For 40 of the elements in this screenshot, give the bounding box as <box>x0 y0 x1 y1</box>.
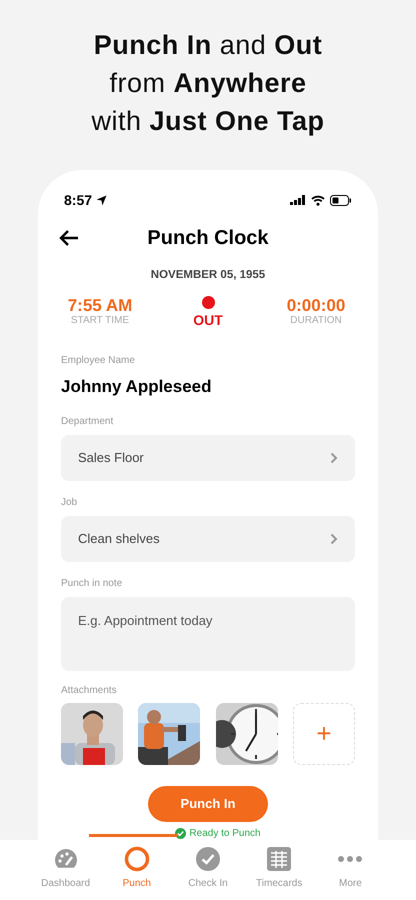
tab[interactable]: Timecards <box>244 840 315 900</box>
headline-text: with Just One Tap <box>91 105 325 138</box>
chevron-icon <box>330 452 338 464</box>
note-field[interactable]: E.g. Appointment today <box>61 596 355 671</box>
field-label: Employee Name <box>61 354 136 368</box>
stat-label: START TIME <box>70 315 130 328</box>
screen-title: Punch Clock <box>147 226 269 251</box>
select-field[interactable]: Sales Floor <box>61 434 355 481</box>
chevron-icon <box>330 532 338 545</box>
battery-icon <box>330 194 352 206</box>
ready-status: Ready to Punch <box>189 828 261 840</box>
wifi-icon <box>311 194 325 206</box>
stat-value: 0:00:00 <box>286 296 346 316</box>
status-text: OUT <box>193 311 223 330</box>
field-label: Punch in note <box>61 576 124 591</box>
stat-value: 7:55 AM <box>68 296 132 316</box>
tab[interactable]: Check In <box>172 840 244 900</box>
add-attachment-button[interactable]: + <box>292 702 355 765</box>
grid-icon <box>266 846 292 872</box>
field-label: Job <box>61 496 78 510</box>
field-label: Department <box>61 414 114 429</box>
tab[interactable]: Dashboard <box>30 840 102 900</box>
tab[interactable]: More <box>314 840 386 900</box>
location-icon <box>96 194 108 206</box>
dashboard-gauge-icon <box>52 848 79 870</box>
signal-icon <box>290 195 306 206</box>
back-button[interactable] <box>58 228 80 248</box>
circle-icon <box>124 846 150 872</box>
stat-label: DURATION <box>290 315 342 328</box>
more-icon <box>337 855 364 864</box>
status-time: 8:57 <box>64 190 92 210</box>
date-text: NOVEMBER 05, 1955 <box>150 268 266 284</box>
select-field[interactable]: Clean shelves <box>61 516 355 562</box>
punch-in-button[interactable]: Punch In <box>148 786 268 822</box>
employee-name: Johnny Appleseed <box>61 376 213 398</box>
headline-text: Punch In and Out <box>94 29 322 62</box>
tab[interactable]: Punch <box>101 840 172 900</box>
check-circle-icon <box>194 846 221 872</box>
field-label: Attachments <box>61 684 118 698</box>
headline-text: from Anywhere <box>109 67 307 100</box>
